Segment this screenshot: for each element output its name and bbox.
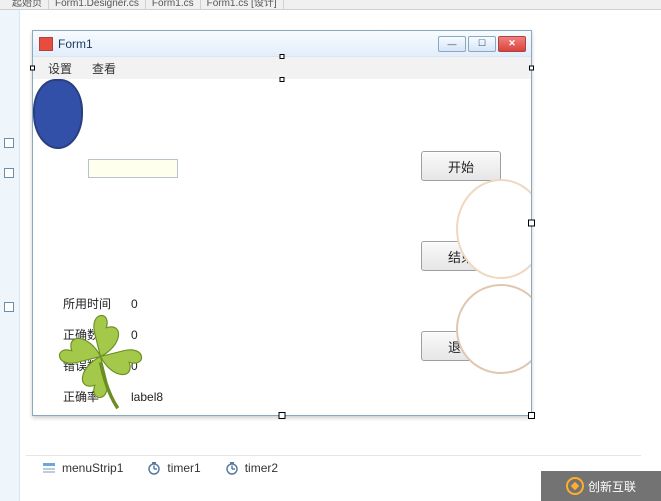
value-correct: 0	[131, 320, 181, 349]
table-row: 正确率 label8	[63, 382, 181, 411]
table-row: 所用时间 0	[63, 289, 181, 318]
selection-handle[interactable]	[30, 66, 35, 71]
maximize-button[interactable]: ☐	[468, 36, 496, 52]
close-icon: ✕	[508, 38, 516, 49]
resize-handle[interactable]	[279, 412, 286, 419]
watermark-text: 创新互联	[588, 478, 636, 495]
tray-menustrip[interactable]: menuStrip1	[42, 461, 123, 475]
value-time-used: 0	[131, 289, 181, 318]
label-correct: 正确数	[63, 320, 129, 349]
minimize-icon: ―	[448, 39, 457, 49]
close-button[interactable]: ✕	[498, 36, 526, 52]
menu-item-view[interactable]: 查看	[82, 58, 126, 79]
selection-handle[interactable]	[280, 54, 285, 59]
value-wrong: 0	[131, 351, 181, 380]
menu-strip[interactable]: 设置 查看	[33, 57, 531, 79]
ide-tab-strip: 起始页 Form1.Designer.cs Form1.cs Form1.cs …	[0, 0, 661, 10]
gutter-marker	[4, 302, 14, 312]
timer-icon	[225, 461, 239, 475]
ide-tab[interactable]: 起始页	[6, 0, 49, 9]
ide-tab[interactable]: Form1.Designer.cs	[49, 0, 146, 9]
table-row: 正确数 0	[63, 320, 181, 349]
watermark-icon	[566, 477, 584, 495]
ide-tab[interactable]: Form1.cs	[146, 0, 201, 9]
menustrip-icon	[42, 461, 56, 475]
designer-surface: Form1 ― ☐ ✕ 设置 查看 开始 结束 退出 所用时间	[0, 10, 661, 501]
window-title: Form1	[58, 37, 438, 51]
timer-icon	[147, 461, 161, 475]
gutter-marker	[4, 138, 14, 148]
gutter-marker	[4, 168, 14, 178]
ide-tab[interactable]: Form1.cs [设计]	[201, 0, 284, 9]
resize-handle[interactable]	[528, 412, 535, 419]
cartoon-penguin	[33, 79, 83, 149]
tray-timer2[interactable]: timer2	[225, 461, 278, 475]
resize-handle[interactable]	[528, 220, 535, 227]
tray-label: timer1	[167, 461, 200, 475]
minimize-button[interactable]: ―	[438, 36, 466, 52]
label-accuracy: 正确率	[63, 382, 129, 411]
form-body: 开始 结束 退出 所用时间 0 正确数 0 错误数 0 正确率	[33, 79, 531, 415]
label-time-used: 所用时间	[63, 289, 129, 318]
value-accuracy: label8	[131, 382, 181, 411]
text-input[interactable]	[88, 159, 178, 178]
tray-label: menuStrip1	[62, 461, 123, 475]
table-row: 错误数 0	[63, 351, 181, 380]
tray-label: timer2	[245, 461, 278, 475]
menu-item-settings[interactable]: 设置	[38, 58, 82, 79]
form-window[interactable]: Form1 ― ☐ ✕ 设置 查看 开始 结束 退出 所用时间	[32, 30, 532, 416]
maximize-icon: ☐	[478, 38, 486, 49]
label-wrong: 错误数	[63, 351, 129, 380]
tray-timer1[interactable]: timer1	[147, 461, 200, 475]
start-button[interactable]: 开始	[421, 151, 501, 181]
app-icon	[39, 37, 53, 51]
selection-handle[interactable]	[529, 66, 534, 71]
window-buttons: ― ☐ ✕	[438, 36, 526, 52]
stats-table: 所用时间 0 正确数 0 错误数 0 正确率 label8	[61, 287, 183, 413]
watermark: 创新互联	[541, 471, 661, 501]
left-gutter	[0, 10, 20, 501]
